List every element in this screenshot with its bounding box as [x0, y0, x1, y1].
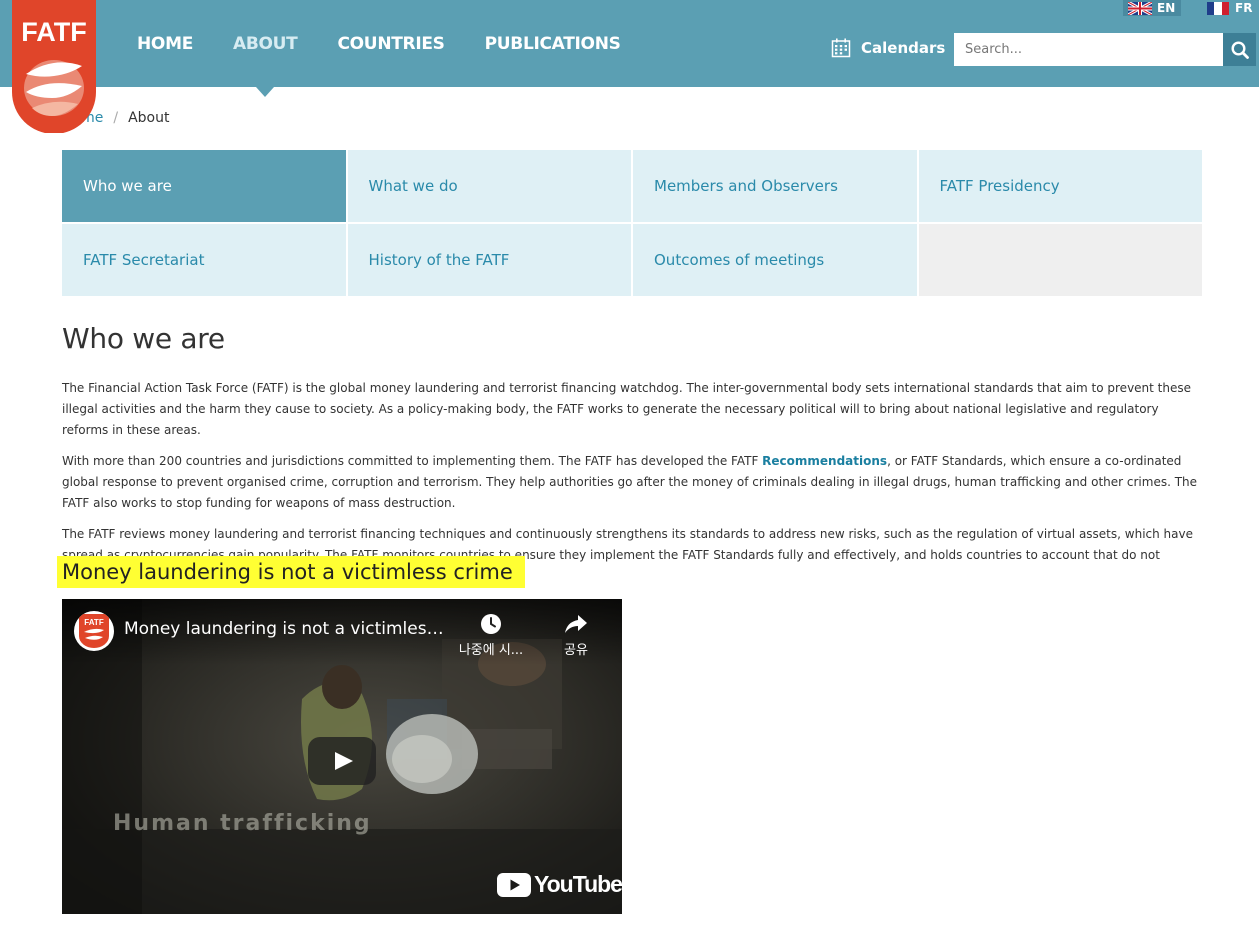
uk-flag-icon — [1128, 1, 1152, 15]
recommendations-link[interactable]: Recommendations — [762, 454, 887, 468]
search-button[interactable] — [1223, 33, 1256, 66]
fatf-logo[interactable]: FATF — [12, 0, 96, 134]
nav-home[interactable]: HOME — [137, 0, 193, 87]
watch-later-button[interactable]: 나중에 시... — [450, 611, 532, 658]
page-title: Who we are — [62, 322, 225, 355]
share-label: 공유 — [564, 643, 588, 658]
channel-avatar-text: FATF — [84, 618, 104, 627]
nav-about[interactable]: ABOUT — [233, 0, 298, 97]
site-header: HOME ABOUT COUNTRIES PUBLICATIONS EN FR — [0, 0, 1259, 97]
fatf-channel-icon: FATF — [79, 614, 109, 648]
clock-icon — [481, 614, 501, 634]
video-title[interactable]: Money laundering is not a victimless cri… — [124, 619, 444, 639]
paragraph-2: With more than 200 countries and jurisdi… — [62, 451, 1202, 514]
share-arrow-icon — [565, 615, 587, 633]
breadcrumb-separator: / — [113, 110, 119, 126]
submenu-outcomes-of-meetings[interactable]: Outcomes of meetings — [633, 224, 917, 296]
language-fr-label: FR — [1235, 1, 1253, 15]
submenu-members-and-observers[interactable]: Members and Observers — [633, 150, 917, 222]
youtube-play-icon — [497, 872, 531, 897]
submenu-fatf-secretariat[interactable]: FATF Secretariat — [62, 224, 346, 296]
watch-later-label: 나중에 시... — [458, 643, 524, 658]
submenu-history-of-the-fatf[interactable]: History of the FATF — [347, 224, 631, 296]
breadcrumb-current: About — [128, 110, 170, 126]
logo-text: FATF — [21, 17, 86, 47]
video-overlay-caption: Human trafficking — [113, 811, 372, 836]
paragraph-2-before: With more than 200 countries and jurisdi… — [62, 454, 763, 468]
play-button[interactable] — [308, 737, 376, 785]
submenu-empty-cell — [918, 224, 1202, 296]
submenu-who-we-are[interactable]: Who we are — [62, 150, 346, 222]
calendars-label: Calendars — [861, 39, 946, 57]
search-input[interactable] — [954, 33, 1223, 66]
language-en-label: EN — [1157, 1, 1176, 15]
nav-countries[interactable]: COUNTRIES — [337, 0, 444, 87]
language-en-button[interactable]: EN — [1123, 0, 1181, 16]
language-fr-button[interactable]: FR — [1207, 0, 1252, 16]
main-nav: HOME ABOUT COUNTRIES PUBLICATIONS — [137, 0, 661, 97]
about-submenu: Who we are What we do Members and Observ… — [62, 150, 1202, 296]
submenu-what-we-do[interactable]: What we do — [347, 150, 631, 222]
fatf-logo-icon: FATF — [12, 0, 96, 134]
channel-avatar[interactable]: FATF — [74, 611, 114, 651]
youtube-logo[interactable]: YouTube — [497, 871, 622, 898]
calendars-link[interactable]: Calendars — [831, 38, 945, 58]
fr-flag-icon — [1207, 1, 1229, 15]
youtube-logo-text: YouTube — [534, 871, 622, 897]
magnifier-icon — [1230, 40, 1249, 59]
paragraph-1: The Financial Action Task Force (FATF) i… — [62, 381, 1192, 437]
share-button[interactable]: 공유 — [548, 611, 604, 658]
nav-publications[interactable]: PUBLICATIONS — [485, 0, 621, 87]
youtube-video-player[interactable]: FATF Money laundering is not a victimles… — [62, 599, 622, 914]
highlighted-section-title: Money laundering is not a victimless cri… — [57, 556, 525, 588]
submenu-fatf-presidency[interactable]: FATF Presidency — [918, 150, 1202, 222]
calendar-icon — [831, 38, 851, 58]
